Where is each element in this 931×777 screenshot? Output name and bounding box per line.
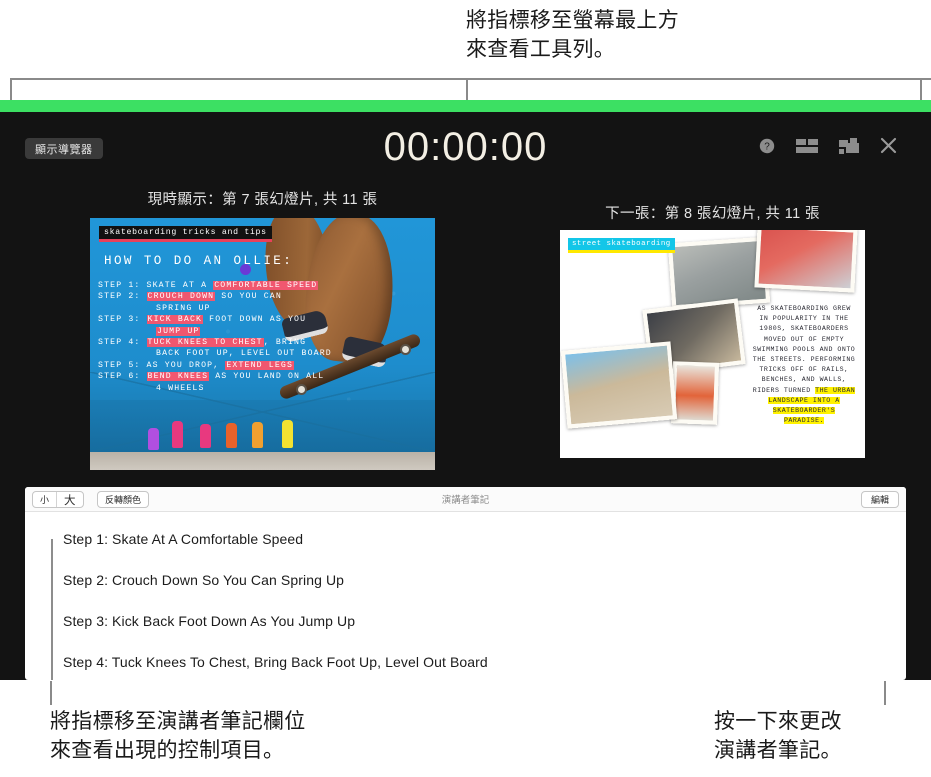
callout-bottom-left-text: 將指標移至演講者筆記欄位 來查看出現的控制項目。 [50, 710, 306, 762]
close-icon[interactable] [880, 137, 897, 159]
slide-step-label: STEP 6: [98, 372, 147, 382]
note-line: Step 2: Crouch Down So You Can Spring Up [63, 572, 345, 588]
slide-photo [560, 341, 678, 429]
notes-toolbar: 小 大 反轉顏色 演講者筆記 編輯 [25, 487, 906, 512]
slide-step-highlight: BEND KNEES [146, 372, 210, 382]
slide-steps-list: STEP 1: SKATE AT A COMFORTABLE SPEED STEP… [98, 280, 398, 394]
window-top-bracket-right [920, 78, 922, 100]
slide-figure [172, 421, 183, 448]
slide-figure [282, 420, 293, 448]
slide-step-highlight: JUMP UP [156, 326, 201, 336]
notes-body[interactable]: Step 1: Skate At A Comfortable Speed Step… [25, 512, 906, 680]
note-line: Step 3: Kick Back Foot Down As You Jump … [63, 613, 356, 629]
slide-step-highlight: TUCK KNEES TO CHEST [146, 338, 264, 348]
callout-top-text: 將指標移至螢幕最上方 來查看工具列。 [466, 9, 679, 61]
note-line: Step 4: Tuck Knees To Chest, Bring Back … [63, 654, 488, 670]
callout-top-leader-horizontal [466, 78, 931, 80]
next-slide-preview[interactable]: street skateboarding AS SKATEBOARDING GR… [560, 230, 865, 458]
slide-title-badge: skateboarding tricks and tips [99, 226, 272, 242]
callout-bottom-left-leader [50, 681, 52, 705]
callout-bottom-right-text: 按一下來更改 演講者筆記。 [714, 710, 842, 762]
help-icon[interactable]: ? [759, 138, 775, 159]
slide-step-text: SKATE AT A [146, 281, 214, 290]
edit-notes-button[interactable]: 編輯 [860, 491, 899, 508]
next-slide-body: AS SKATEBOARDING GREW IN POPULARITY IN T… [751, 304, 857, 426]
current-slide-label: 現時顯示：第 7 張幻燈片, 共 11 張 [147, 192, 378, 208]
slide-step-row: STEP 1: SKATE AT A COMFORTABLE SPEED [98, 280, 398, 291]
screenshot-root: 將指標移至螢幕最上方 來查看工具列。 顯示導覽器 00:00:00 ? 現時顯示… [0, 0, 931, 777]
next-slide-label: 下一張：第 8 張幻燈片, 共 11 張 [605, 206, 820, 222]
slide-step-highlight: KICK BACK [146, 315, 204, 325]
slide-photo [754, 230, 858, 293]
slide-step-text: AS YOU LAND ON ALL [209, 372, 325, 382]
slide-photo [670, 361, 720, 425]
window-top-bracket-left [10, 78, 12, 100]
slide-step-row: STEP 3: KICK BACK FOOT DOWN AS YOU [98, 314, 398, 325]
layout-icon[interactable] [796, 138, 818, 159]
presenter-display-options-icon[interactable] [839, 137, 859, 159]
slide-step-row: STEP 5: AS YOU DROP, EXTEND LEGS [98, 360, 398, 371]
slide-figure [252, 422, 263, 448]
notes-panel-caption: 演講者筆記 [441, 495, 490, 506]
slide-step-row: SPRING UP [98, 303, 398, 314]
callout-bottom-right-leader [884, 681, 886, 705]
slide-ground [90, 452, 435, 470]
notes-lines: Step 1: Skate At A Comfortable Speed Step… [63, 530, 906, 671]
edit-notes-label: 編輯 [870, 495, 889, 505]
notes-text-caret [51, 539, 53, 680]
slide-step-label: STEP 3: [98, 315, 147, 325]
slide-step-text: SPRING UP [156, 303, 211, 313]
slide-step-label: STEP 4: [98, 338, 147, 348]
skateboard-wheel [400, 344, 411, 355]
green-highlight-bar [0, 100, 931, 112]
slide-step-row: STEP 4: TUCK KNEES TO CHEST, BRING [98, 337, 398, 348]
toolbar-icon-group: ? [759, 137, 897, 159]
slide-figure [148, 428, 159, 450]
slide-step-text: AS YOU DROP, [146, 360, 226, 370]
next-slide-badge: street skateboarding [568, 238, 675, 253]
slide-step-row: 4 WHEELS [98, 383, 398, 394]
slide-step-highlight: EXTEND LEGS [225, 360, 295, 370]
slide-step-label: STEP 1: [98, 281, 147, 290]
slide-step-text: 4 WHEELS [156, 383, 205, 393]
slide-step-label: STEP 5: [98, 360, 147, 370]
slide-step-text: SO YOU CAN [215, 292, 282, 302]
slide-step-row: STEP 6: BEND KNEES AS YOU LAND ON ALL [98, 371, 398, 382]
current-slide-preview[interactable]: skateboarding tricks and tips HOW TO DO … [90, 218, 435, 470]
next-slide-body-plain: AS SKATEBOARDING GREW IN POPULARITY IN T… [752, 305, 856, 394]
slide-step-row: JUMP UP [98, 326, 398, 337]
callout-top-leader-vertical [466, 78, 468, 100]
slide-heading: HOW TO DO AN OLLIE: [104, 254, 294, 268]
slide-step-text: , BRING [263, 338, 307, 348]
svg-text:?: ? [764, 141, 770, 152]
slide-step-label: STEP 2: [98, 292, 147, 302]
slide-step-text: FOOT DOWN AS YOU [203, 315, 307, 325]
slide-figure [200, 424, 211, 448]
slide-step-highlight: CROUCH DOWN [146, 292, 216, 302]
slide-step-row: BACK FOOT UP, LEVEL OUT BOARD [98, 348, 398, 359]
slide-step-row: STEP 2: CROUCH DOWN SO YOU CAN [98, 291, 398, 302]
presenter-notes-panel[interactable]: 小 大 反轉顏色 演講者筆記 編輯 Step 1: Skate At A Com… [25, 487, 906, 680]
window-top-bracket [10, 78, 466, 80]
slide-step-text: BACK FOOT UP, LEVEL OUT BOARD [156, 349, 332, 359]
slide-figure [226, 423, 237, 448]
note-line: Step 1: Skate At A Comfortable Speed [63, 531, 304, 547]
slide-step-highlight: COMFORTABLE SPEED [213, 281, 319, 290]
